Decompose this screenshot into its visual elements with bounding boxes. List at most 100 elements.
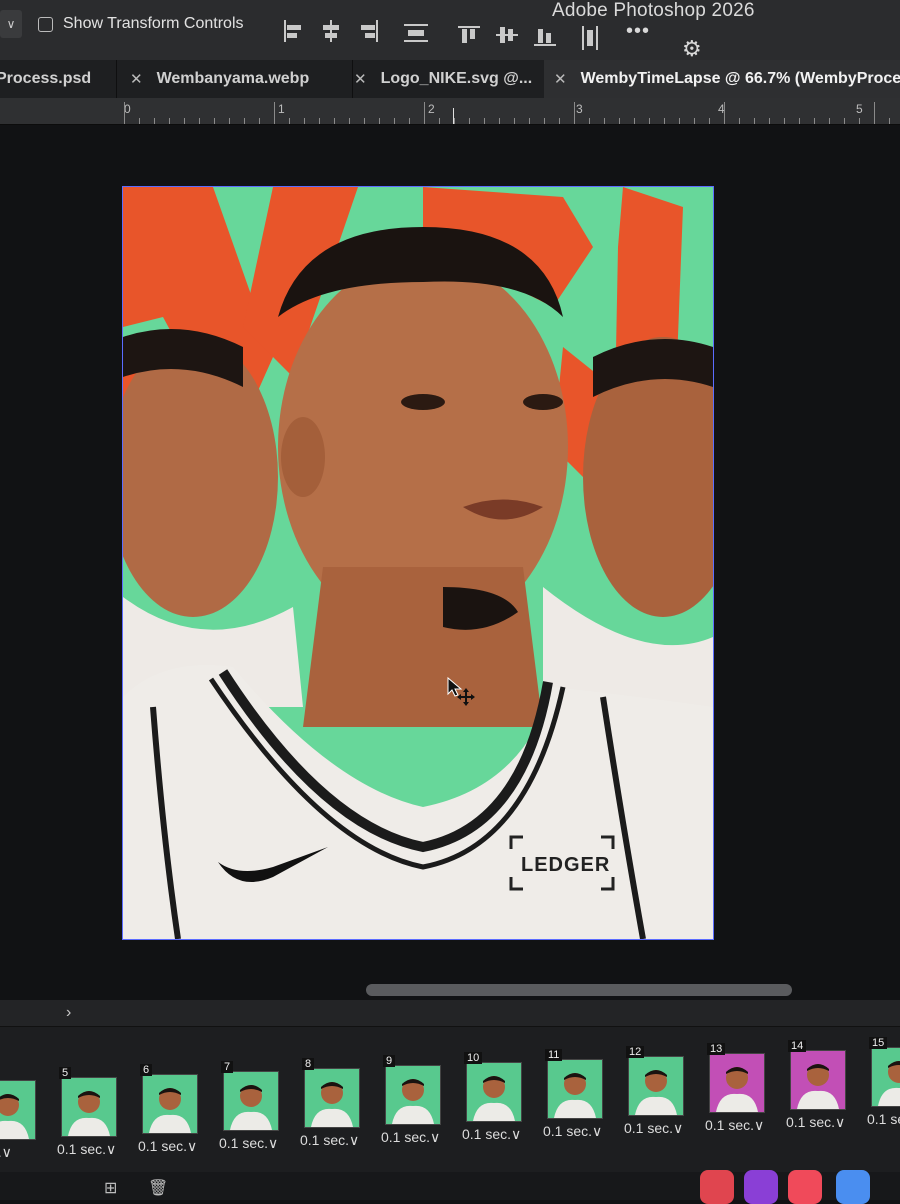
frame-number: 14 [788, 1040, 807, 1052]
timeline-frame[interactable]: 7 0.1 sec.∨ [219, 1061, 291, 1151]
timeline-frame[interactable]: 13 0.1 sec.∨ [705, 1043, 777, 1133]
ruler-tick [889, 118, 890, 124]
frame-thumbnail[interactable] [385, 1065, 441, 1125]
tab-wemby-timelapse[interactable]: ✕ WembyTimeLapse @ 66.7% (WembyProce [544, 60, 900, 98]
timeline-frame[interactable]: 11 0.1 sec.∨ [543, 1049, 615, 1139]
frame-delay-dropdown[interactable]: 0.1 sec.∨ [138, 1138, 197, 1155]
new-frame-icon[interactable]: ⊞ [104, 1178, 117, 1198]
transform-controls-toggle[interactable]: ∨ Show Transform Controls [0, 10, 244, 38]
timeline-frame[interactable]: 10 0.1 sec.∨ [462, 1052, 534, 1142]
ruler-tick [604, 118, 605, 124]
timeline-frame[interactable]: 12 0.1 sec.∨ [624, 1046, 696, 1136]
document-canvas[interactable]: LEDGER [122, 186, 714, 940]
frame-number: 10 [464, 1052, 483, 1064]
ruler-tick [229, 118, 230, 124]
ruler-tick [589, 118, 590, 124]
frame-delay-dropdown[interactable]: 0.1 sec.∨ [57, 1141, 116, 1158]
frame-thumbnail[interactable] [547, 1059, 603, 1119]
ruler-tick [259, 118, 260, 124]
timeline-frame[interactable]: 14 0.1 sec.∨ [786, 1040, 858, 1130]
news-app-icon[interactable] [788, 1170, 822, 1204]
frame-number: 13 [707, 1043, 726, 1055]
show-transform-checkbox[interactable] [38, 16, 53, 32]
align-vertical-center-icon[interactable] [496, 24, 518, 48]
close-icon[interactable]: ✕ [354, 70, 367, 88]
ruler-tick [409, 118, 410, 124]
ruler-tick [814, 118, 815, 124]
ruler-tick [619, 118, 620, 124]
frame-delay-dropdown[interactable]: sec.∨ [0, 1144, 12, 1161]
ruler-tick [559, 118, 560, 124]
ruler-tick [364, 118, 365, 124]
frame-thumbnail[interactable] [628, 1056, 684, 1116]
close-icon[interactable]: ✕ [554, 70, 567, 88]
frame-delay-dropdown[interactable]: 0.1 sec.∨ [786, 1114, 845, 1131]
timeline-frame[interactable]: 9 0.1 sec.∨ [381, 1055, 453, 1145]
frame-number: 7 [221, 1061, 234, 1073]
tab-process[interactable]: Process.psd [0, 60, 117, 98]
tool-preset-dropdown[interactable]: ∨ [0, 10, 22, 38]
frame-delay-dropdown[interactable]: 0.1 sec.∨ [381, 1129, 440, 1146]
keynote-app-icon[interactable] [836, 1170, 870, 1204]
tab-logo-nike[interactable]: ✕ Logo_NIKE.svg @... [340, 60, 545, 98]
ruler-cursor-marker [453, 108, 454, 124]
tab-wembanyama[interactable]: ✕ Wembanyama.webp [118, 60, 353, 98]
ruler-tick [649, 118, 650, 124]
artwork-image: LEDGER [123, 187, 713, 939]
frame-thumbnail[interactable] [0, 1080, 36, 1140]
timeline-frame[interactable]: 15 0.1 sec.∨ [867, 1037, 900, 1127]
frame-thumbnail[interactable] [61, 1077, 117, 1137]
frame-thumbnail[interactable] [223, 1071, 279, 1131]
align-left-icon[interactable] [282, 20, 304, 44]
move-tool-cursor-icon [447, 676, 475, 706]
ruler-tick [634, 118, 635, 124]
frame-delay-dropdown[interactable]: 0.1 sec.∨ [624, 1120, 683, 1137]
ruler-tick [184, 118, 185, 124]
frame-delay-dropdown[interactable]: 0.1 sec.∨ [462, 1126, 521, 1143]
horizontal-ruler[interactable]: 0 1 2 3 4 5 [0, 98, 900, 125]
align-bottom-icon[interactable] [534, 24, 556, 48]
ruler-tick [829, 118, 830, 124]
timeline-frame[interactable]: 5 0.1 sec.∨ [57, 1067, 129, 1157]
ruler-tick [844, 118, 845, 124]
timeline-frame[interactable]: 8 0.1 sec.∨ [300, 1058, 372, 1148]
ruler-tick [469, 118, 470, 124]
ruler-tick [769, 118, 770, 124]
frame-thumbnail[interactable] [790, 1050, 846, 1110]
ruler-mark: 3 [576, 102, 583, 116]
frame-thumbnail[interactable] [142, 1074, 198, 1134]
frame-delay-dropdown[interactable]: 0.1 sec.∨ [300, 1132, 359, 1149]
ruler-tick [754, 118, 755, 124]
align-horizontal-center-icon[interactable] [320, 20, 342, 44]
app-title: Adobe Photoshop 2026 [552, 0, 755, 21]
tab-label: Wembanyama.webp [156, 70, 310, 87]
ruler-tick [529, 118, 530, 124]
document-tabs: Process.psd ✕ Wembanyama.webp ✕ Logo_NIK… [0, 60, 900, 99]
chevron-right-icon[interactable]: › [66, 1004, 71, 1022]
more-options-icon[interactable]: ••• [626, 20, 650, 43]
frame-number: 12 [626, 1046, 645, 1058]
trash-icon[interactable]: 🗑 [148, 1178, 168, 1198]
frame-thumbnail[interactable] [466, 1062, 522, 1122]
timeline-frame[interactable]: sec.∨ [0, 1080, 48, 1160]
timeline-frame[interactable]: 6 0.1 sec.∨ [138, 1064, 210, 1154]
frame-delay-dropdown[interactable]: 0.1 sec.∨ [219, 1135, 278, 1152]
frame-thumbnail[interactable] [304, 1068, 360, 1128]
music-app-icon[interactable] [700, 1170, 734, 1204]
close-icon[interactable]: ✕ [130, 70, 143, 88]
frame-delay-dropdown[interactable]: 0.1 sec.∨ [705, 1117, 764, 1134]
frame-delay-dropdown[interactable]: 0.1 sec.∨ [543, 1123, 602, 1140]
horizontal-scrollbar[interactable] [366, 984, 792, 996]
frame-delay-dropdown[interactable]: 0.1 sec.∨ [867, 1111, 900, 1128]
distribute-icon[interactable] [404, 22, 428, 46]
podcasts-app-icon[interactable] [744, 1170, 778, 1204]
distribute-vertical-icon[interactable] [580, 26, 602, 50]
gear-icon[interactable]: ⚙ [682, 36, 702, 62]
frame-thumbnail[interactable] [709, 1053, 765, 1113]
ruler-tick [154, 118, 155, 124]
align-top-icon[interactable] [458, 24, 480, 48]
ruler-tick [859, 118, 860, 124]
frame-thumbnail[interactable] [871, 1047, 900, 1107]
align-right-icon[interactable] [358, 20, 380, 44]
ruler-tick [679, 118, 680, 124]
